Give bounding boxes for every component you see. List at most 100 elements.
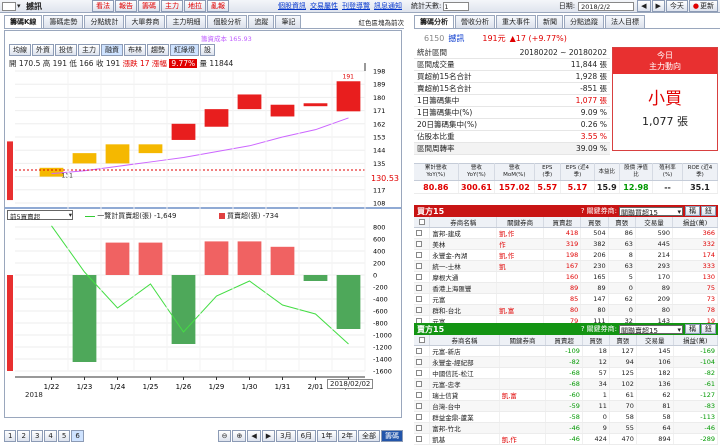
stock-code-input[interactable] xyxy=(2,1,16,11)
count-input[interactable]: 1 xyxy=(443,1,470,11)
row-check[interactable] xyxy=(414,389,431,401)
range-2y[interactable]: 2年 xyxy=(337,429,357,442)
grid-header[interactable]: 損益(萬) xyxy=(673,335,719,346)
table-row[interactable]: 瑞士信貸 凱,富 -60 1 61 62 -127 xyxy=(414,389,719,401)
row-check[interactable] xyxy=(414,411,431,423)
candle[interactable] xyxy=(39,167,64,177)
row-check[interactable] xyxy=(414,433,431,445)
page-1[interactable]: 1 xyxy=(4,429,17,442)
link-trade-attr[interactable]: 交易屬性 xyxy=(310,1,338,11)
toolbar-btn-land[interactable]: 地拉 xyxy=(184,0,206,12)
checkbox[interactable] xyxy=(416,381,422,387)
flow-bar[interactable] xyxy=(336,275,361,329)
row-check[interactable] xyxy=(414,367,431,379)
table-row[interactable]: 群益金鼎-蘆業 -58 0 58 58 -113 xyxy=(414,411,719,423)
tab-bigorder[interactable]: 大單券商 xyxy=(125,15,166,28)
grid-header[interactable]: 賣張 xyxy=(609,335,637,346)
flow-bar[interactable] xyxy=(204,241,229,275)
checkbox[interactable] xyxy=(416,285,422,291)
flow-bar[interactable] xyxy=(138,242,163,275)
broker-name[interactable]: 台灣-台中 xyxy=(429,400,500,412)
flow-bar[interactable] xyxy=(171,275,196,344)
broker-name[interactable]: 永豐金-經紀部 xyxy=(429,356,500,368)
candle[interactable] xyxy=(171,123,196,140)
checkbox[interactable] xyxy=(418,337,425,343)
grid-header[interactable]: 買張 xyxy=(580,217,609,228)
tab-track[interactable]: 追蹤 xyxy=(248,15,275,28)
table-row[interactable]: 元富-忠孝 -68 34 102 136 -61 xyxy=(414,378,719,390)
link-notify[interactable]: 訊息通知 xyxy=(374,1,402,11)
broker-name[interactable]: 美林 xyxy=(429,238,498,250)
prev-day-button[interactable]: ◀ xyxy=(637,0,651,12)
candle[interactable] xyxy=(303,103,328,107)
checkbox[interactable] xyxy=(418,219,425,225)
table-row[interactable]: 群和-台北 凱,富 80 80 0 80 78 xyxy=(414,304,718,316)
scroll-left-icon[interactable]: ◀ xyxy=(247,429,261,442)
tab-news[interactable]: 新聞 xyxy=(537,15,563,28)
candle[interactable] xyxy=(204,109,229,127)
table-row[interactable]: 美林作 319 382 63 445 332 xyxy=(414,238,718,250)
broker-name[interactable]: 永豐金-內湖 xyxy=(429,249,498,261)
flow-bar[interactable] xyxy=(237,241,262,275)
grid-check-header[interactable] xyxy=(414,217,431,228)
candle[interactable] xyxy=(138,144,163,154)
candle[interactable] xyxy=(105,144,130,164)
tab-analysis[interactable]: 個股分析 xyxy=(207,15,248,28)
grid-header[interactable]: 買賣超 xyxy=(545,335,583,346)
tab-events[interactable]: 重大事件 xyxy=(496,15,536,28)
broker-name[interactable]: 中國信託-松江 xyxy=(429,367,500,379)
grid-header[interactable]: 券商名稱 xyxy=(429,217,498,228)
row-check[interactable] xyxy=(414,345,431,357)
grid-header[interactable]: 關鍵券商 xyxy=(496,217,545,228)
scroll-right-icon[interactable]: ▶ xyxy=(261,429,276,442)
page-4[interactable]: 4 xyxy=(44,429,57,442)
grid-check-header[interactable] xyxy=(414,335,431,346)
link-guide[interactable]: 刊登導覽 xyxy=(342,1,370,11)
next-day-button[interactable]: ▶ xyxy=(651,0,665,12)
checkbox[interactable] xyxy=(416,392,422,398)
sell-btn-1[interactable]: 稱 xyxy=(685,324,700,334)
flow-select[interactable]: 前5買賣超 ▾ xyxy=(7,210,73,221)
link-stock-info[interactable]: 個股資訊 xyxy=(278,1,306,11)
broker-name[interactable]: 凱基 xyxy=(429,433,500,445)
broker-name[interactable]: 群益金鼎-蘆業 xyxy=(429,411,500,423)
tab-chip-k[interactable]: 籌碼K線 xyxy=(4,15,43,28)
toolbar-btn-view[interactable]: 看法 xyxy=(92,0,114,12)
row-check[interactable] xyxy=(414,249,431,261)
buy-select[interactable]: 關聯買超15 ▾ xyxy=(619,206,683,217)
checkbox[interactable] xyxy=(416,370,422,376)
row-check[interactable] xyxy=(414,293,431,305)
toolbar-btn-report[interactable]: 報告 xyxy=(115,0,137,12)
table-row[interactable]: 元富 85 147 62 209 73 xyxy=(414,293,718,305)
page-2[interactable]: 2 xyxy=(17,429,30,442)
checkbox[interactable] xyxy=(416,425,422,431)
row-check[interactable] xyxy=(414,422,431,434)
tab-revenue[interactable]: 營收分析 xyxy=(455,15,495,28)
tab-branch[interactable]: 分點統計 xyxy=(84,15,125,28)
broker-name[interactable]: 元富 xyxy=(429,293,498,305)
checkbox[interactable] xyxy=(416,263,422,269)
tab-main-detail[interactable]: 主力明細 xyxy=(166,15,207,28)
tab-branch-track[interactable]: 分點追蹤 xyxy=(564,15,604,28)
range-all[interactable]: 全部 xyxy=(358,429,380,442)
update-button[interactable]: ● 更新 xyxy=(688,0,718,12)
checkbox[interactable] xyxy=(416,403,422,409)
checkbox[interactable] xyxy=(416,230,422,236)
row-check[interactable] xyxy=(414,238,431,250)
broker-name[interactable]: 統一-士林 xyxy=(429,260,498,272)
table-row[interactable]: 台灣-台中 -59 11 70 81 -83 xyxy=(414,400,719,412)
checkbox[interactable] xyxy=(416,359,422,365)
date-input[interactable]: 2018/2/2 xyxy=(578,1,635,11)
search-icon[interactable]: ▾ xyxy=(17,2,26,10)
toolbar-btn-misc[interactable]: 亂報 xyxy=(207,0,229,12)
zoom-out-icon[interactable]: ⊖ xyxy=(217,429,232,442)
tab-chip-trend[interactable]: 籌碼走勢 xyxy=(43,15,84,28)
flow-bar[interactable] xyxy=(105,242,130,275)
broker-name[interactable]: 元富-新店 xyxy=(429,345,500,357)
row-check[interactable] xyxy=(414,271,431,283)
table-row[interactable]: 香港上海匯豐 89 89 0 89 75 xyxy=(414,282,718,294)
sell-select[interactable]: 關聯賣超15 ▾ xyxy=(619,324,683,335)
table-row[interactable]: 永豐金-內湖 凱,作 198 206 8 214 174 xyxy=(414,249,718,261)
grid-header[interactable]: 損益(萬) xyxy=(672,217,718,228)
broker-name[interactable]: 富邦-建成 xyxy=(429,227,498,239)
